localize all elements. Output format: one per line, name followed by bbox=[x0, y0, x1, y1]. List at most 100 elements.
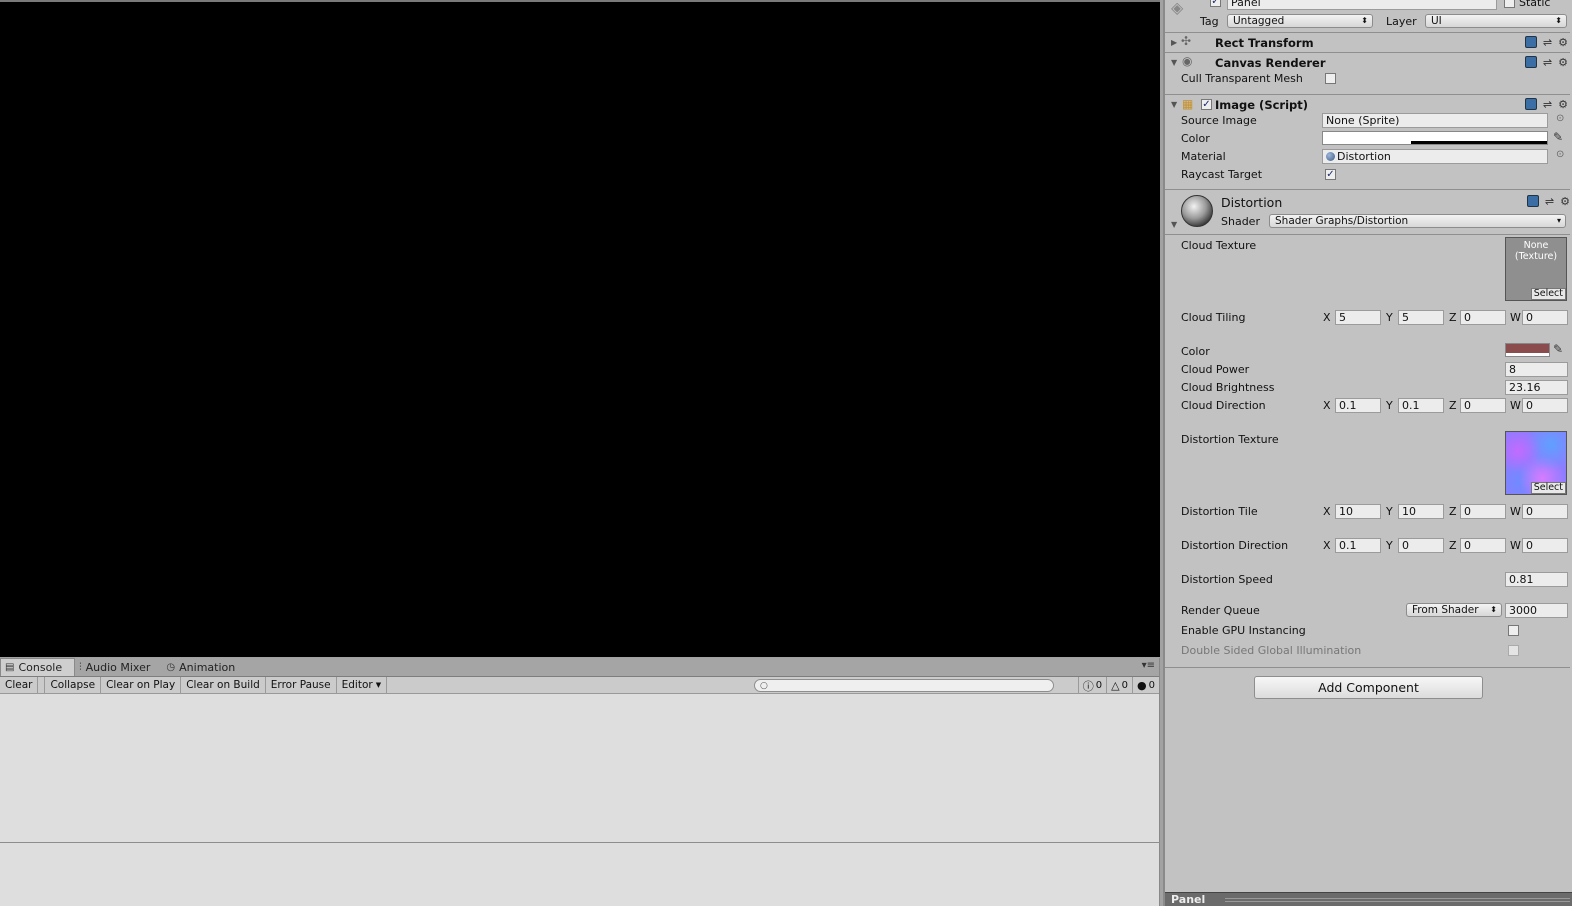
error-icon: ● bbox=[1137, 679, 1147, 692]
gpu-instancing-checkbox[interactable] bbox=[1508, 625, 1519, 636]
cloud-direction-x[interactable]: 0.1 bbox=[1335, 398, 1381, 413]
distortion-tile-z[interactable]: 0 bbox=[1460, 504, 1506, 519]
info-count-toggle[interactable]: ⓘ 0 bbox=[1077, 677, 1106, 694]
distortion-texture-slot[interactable]: Select bbox=[1505, 431, 1567, 495]
help-book-icon[interactable] bbox=[1524, 56, 1537, 68]
cloud-brightness-field[interactable]: 23.16 bbox=[1505, 380, 1568, 395]
help-book-icon[interactable] bbox=[1524, 36, 1537, 48]
source-image-field[interactable]: None (Sprite) bbox=[1322, 113, 1548, 128]
resize-handle[interactable] bbox=[1225, 898, 1570, 902]
eyedropper-icon[interactable]: ✎ bbox=[1553, 342, 1563, 356]
color-label: Color bbox=[1181, 345, 1210, 358]
distortion-tile-w[interactable]: 0 bbox=[1522, 504, 1568, 519]
eyedropper-icon[interactable]: ✎ bbox=[1553, 130, 1563, 144]
image-enabled-checkbox[interactable]: ✓ bbox=[1201, 99, 1212, 110]
object-picker-icon[interactable]: ⊙ bbox=[1556, 149, 1564, 160]
console-panel: ▤ Console ⫶ Audio Mixer ◷ Animation ▾≡ C… bbox=[0, 658, 1160, 906]
inspector-footer[interactable]: Panel bbox=[1165, 892, 1572, 906]
cloud-texture-select-button[interactable]: Select bbox=[1530, 288, 1566, 300]
cull-transparent-mesh-label: Cull Transparent Mesh bbox=[1181, 72, 1303, 85]
preset-icon[interactable]: ⇌ bbox=[1543, 36, 1552, 49]
render-queue-field[interactable]: 3000 bbox=[1505, 603, 1568, 618]
error-count-toggle[interactable]: ● 0 bbox=[1132, 677, 1159, 694]
clear-button[interactable]: Clear bbox=[0, 676, 39, 694]
game-viewport[interactable] bbox=[0, 0, 1160, 657]
console-search-input[interactable]: ○ bbox=[754, 679, 1054, 692]
w-label: W bbox=[1510, 505, 1521, 518]
double-sided-gi-checkbox bbox=[1508, 645, 1519, 656]
rect-transform-header[interactable]: ▶ ✣ Rect Transform ⇌ ⚙ bbox=[1165, 32, 1570, 52]
cloud-tiling-z[interactable]: 0 bbox=[1460, 310, 1506, 325]
preset-icon[interactable]: ⇌ bbox=[1545, 195, 1554, 208]
editor-dropdown[interactable]: Editor ▼ bbox=[337, 676, 388, 694]
cloud-direction-w[interactable]: 0 bbox=[1522, 398, 1568, 413]
alpha-bar bbox=[1411, 141, 1547, 144]
material-field[interactable]: Distortion bbox=[1322, 149, 1548, 164]
editor-dropdown-label: Editor bbox=[341, 679, 373, 691]
cull-transparent-mesh-checkbox[interactable] bbox=[1325, 73, 1336, 84]
cloud-direction-z[interactable]: 0 bbox=[1460, 398, 1506, 413]
tab-animation-label: Animation bbox=[179, 660, 236, 674]
console-split-divider[interactable] bbox=[0, 842, 1160, 843]
image-color-label: Color bbox=[1181, 132, 1210, 145]
tab-animation[interactable]: ◷ Animation bbox=[162, 658, 247, 676]
image-color-field[interactable] bbox=[1322, 131, 1548, 145]
gear-icon[interactable]: ⚙ bbox=[1558, 98, 1568, 111]
canvas-renderer-eye-icon: ◉ bbox=[1182, 54, 1193, 68]
render-queue-dropdown[interactable]: From Shader ⬍ bbox=[1406, 603, 1502, 617]
cloud-tiling-label: Cloud Tiling bbox=[1181, 311, 1246, 324]
help-book-icon[interactable] bbox=[1526, 195, 1539, 207]
material-color-field[interactable] bbox=[1505, 343, 1550, 357]
material-value: Distortion bbox=[1337, 150, 1391, 163]
material-label: Material bbox=[1181, 150, 1226, 163]
canvas-renderer-header[interactable]: ▼ ◉ Canvas Renderer ⇌ ⚙ bbox=[1165, 52, 1570, 72]
panel-menu-icon[interactable]: ▾≡ bbox=[1142, 660, 1155, 671]
active-checkbox[interactable]: ✓ bbox=[1210, 0, 1221, 7]
z-label: Z bbox=[1449, 539, 1457, 552]
add-component-button[interactable]: Add Component bbox=[1254, 676, 1483, 699]
error-pause-toggle[interactable]: Error Pause bbox=[266, 676, 337, 694]
fold-down-icon: ▼ bbox=[1171, 58, 1178, 67]
layer-dropdown[interactable]: UI ⬍ bbox=[1425, 14, 1567, 28]
cloud-tiling-y[interactable]: 5 bbox=[1398, 310, 1444, 325]
tab-console[interactable]: ▤ Console bbox=[0, 658, 76, 676]
distortion-tile-y[interactable]: 10 bbox=[1398, 504, 1444, 519]
object-name-field[interactable]: Panel bbox=[1227, 0, 1497, 10]
distortion-speed-field[interactable]: 0.81 bbox=[1505, 572, 1568, 587]
y-label: Y bbox=[1386, 311, 1393, 324]
gear-icon[interactable]: ⚙ bbox=[1560, 195, 1570, 208]
warning-count-toggle[interactable]: △ 0 bbox=[1106, 677, 1132, 694]
distortion-direction-z[interactable]: 0 bbox=[1460, 538, 1506, 553]
static-checkbox[interactable] bbox=[1504, 0, 1515, 8]
cloud-direction-y[interactable]: 0.1 bbox=[1398, 398, 1444, 413]
tab-audio-mixer[interactable]: ⫶ Audio Mixer bbox=[75, 658, 162, 676]
raycast-target-checkbox[interactable]: ✓ bbox=[1325, 169, 1336, 180]
tag-dropdown[interactable]: Untagged ⬍ bbox=[1227, 14, 1373, 28]
shader-dropdown[interactable]: Shader Graphs/Distortion ▾ bbox=[1269, 214, 1566, 228]
distortion-tile-x[interactable]: 10 bbox=[1335, 504, 1381, 519]
gear-icon[interactable]: ⚙ bbox=[1558, 36, 1568, 49]
cloud-power-field[interactable]: 8 bbox=[1505, 362, 1568, 377]
distortion-direction-y[interactable]: 0 bbox=[1398, 538, 1444, 553]
cloud-tiling-x[interactable]: 5 bbox=[1335, 310, 1381, 325]
collapse-toggle[interactable]: Collapse bbox=[44, 676, 102, 694]
distortion-direction-x[interactable]: 0.1 bbox=[1335, 538, 1381, 553]
preset-icon[interactable]: ⇌ bbox=[1543, 98, 1552, 111]
image-script-header[interactable]: ▼ ▦ ✓ Image (Script) ⇌ ⚙ bbox=[1165, 94, 1570, 114]
y-label: Y bbox=[1386, 505, 1393, 518]
preset-icon[interactable]: ⇌ bbox=[1543, 56, 1552, 69]
help-book-icon[interactable] bbox=[1524, 98, 1537, 110]
console-toolbar: Clear Collapse Clear on Play Clear on Bu… bbox=[0, 676, 1159, 694]
cloud-tiling-w[interactable]: 0 bbox=[1522, 310, 1568, 325]
footer-title: Panel bbox=[1171, 893, 1206, 906]
fold-down-icon[interactable]: ▼ bbox=[1171, 220, 1177, 229]
distortion-texture-select-button[interactable]: Select bbox=[1530, 482, 1566, 494]
cloud-texture-slot[interactable]: None (Texture) Select bbox=[1505, 237, 1567, 301]
clear-on-build-toggle[interactable]: Clear on Build bbox=[181, 676, 266, 694]
gear-icon[interactable]: ⚙ bbox=[1558, 56, 1568, 69]
distortion-direction-w[interactable]: 0 bbox=[1522, 538, 1568, 553]
object-picker-icon[interactable]: ⊙ bbox=[1556, 113, 1564, 124]
clear-on-play-toggle[interactable]: Clear on Play bbox=[101, 676, 182, 694]
x-label: X bbox=[1323, 505, 1331, 518]
tag-label: Tag bbox=[1200, 15, 1219, 28]
